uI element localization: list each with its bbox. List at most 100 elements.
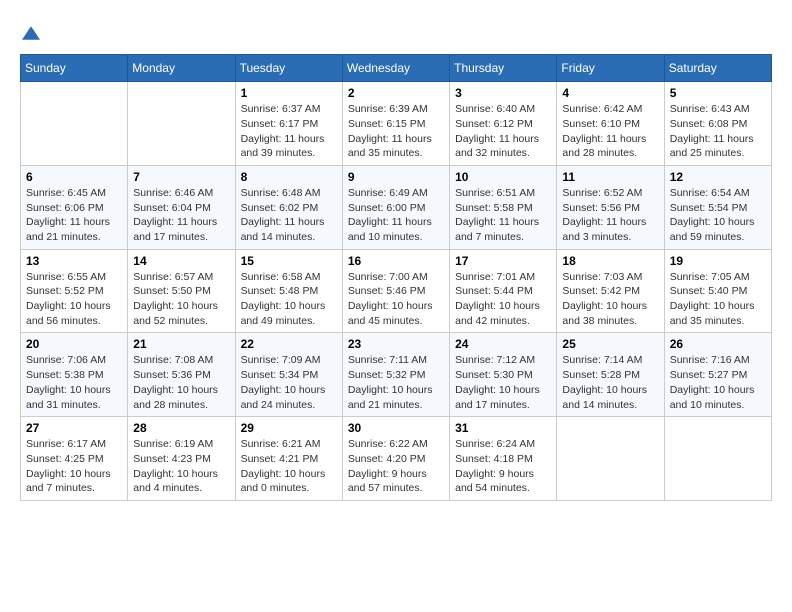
day-info: Sunrise: 7:06 AM Sunset: 5:38 PM Dayligh… xyxy=(26,353,122,412)
logo-icon xyxy=(22,26,40,40)
day-info: Sunrise: 6:52 AM Sunset: 5:56 PM Dayligh… xyxy=(562,186,658,245)
day-number: 21 xyxy=(133,337,229,351)
day-number: 20 xyxy=(26,337,122,351)
day-info: Sunrise: 6:42 AM Sunset: 6:10 PM Dayligh… xyxy=(562,102,658,161)
calendar-week-3: 13 Sunrise: 6:55 AM Sunset: 5:52 PM Dayli… xyxy=(21,249,772,333)
calendar-cell: 17Sunrise: 7:01 AM Sunset: 5:44 PM Dayli… xyxy=(450,249,557,333)
day-info: Sunrise: 6:43 AM Sunset: 6:08 PM Dayligh… xyxy=(670,102,766,161)
day-number: 24 xyxy=(455,337,551,351)
calendar-cell: 10 Sunrise: 6:51 AM Sunset: 5:58 PM Dayli… xyxy=(450,165,557,249)
calendar-week-2: 6Sunrise: 6:45 AM Sunset: 6:06 PM Daylig… xyxy=(21,165,772,249)
day-info: Sunrise: 7:12 AM Sunset: 5:30 PM Dayligh… xyxy=(455,353,551,412)
day-info: Sunrise: 6:19 AM Sunset: 4:23 PM Dayligh… xyxy=(133,437,229,496)
day-info: Sunrise: 6:24 AM Sunset: 4:18 PM Dayligh… xyxy=(455,437,551,496)
day-number: 28 xyxy=(133,421,229,435)
calendar-week-5: 27 Sunrise: 6:17 AM Sunset: 4:25 PM Dayli… xyxy=(21,417,772,501)
weekday-header-sunday: Sunday xyxy=(21,55,128,82)
day-number: 7 xyxy=(133,170,229,184)
day-number: 2 xyxy=(348,86,444,100)
calendar-cell: 20 Sunrise: 7:06 AM Sunset: 5:38 PM Dayli… xyxy=(21,333,128,417)
day-info: Sunrise: 7:03 AM Sunset: 5:42 PM Dayligh… xyxy=(562,270,658,329)
calendar-cell: 23 Sunrise: 7:11 AM Sunset: 5:32 PM Dayli… xyxy=(342,333,449,417)
calendar-cell: 2 Sunrise: 6:39 AM Sunset: 6:15 PM Daylig… xyxy=(342,82,449,166)
day-number: 22 xyxy=(241,337,337,351)
day-number: 1 xyxy=(241,86,337,100)
calendar-cell: 22 Sunrise: 7:09 AM Sunset: 5:34 PM Dayli… xyxy=(235,333,342,417)
calendar-cell: 19 Sunrise: 7:05 AM Sunset: 5:40 PM Dayli… xyxy=(664,249,771,333)
day-info: Sunrise: 6:46 AM Sunset: 6:04 PM Dayligh… xyxy=(133,186,229,245)
day-number: 4 xyxy=(562,86,658,100)
calendar-cell: 8 Sunrise: 6:48 AM Sunset: 6:02 PM Daylig… xyxy=(235,165,342,249)
calendar-cell: 11Sunrise: 6:52 AM Sunset: 5:56 PM Dayli… xyxy=(557,165,664,249)
calendar-cell xyxy=(21,82,128,166)
weekday-header-monday: Monday xyxy=(128,55,235,82)
weekday-header-tuesday: Tuesday xyxy=(235,55,342,82)
calendar-cell: 31 Sunrise: 6:24 AM Sunset: 4:18 PM Dayli… xyxy=(450,417,557,501)
day-info: Sunrise: 6:40 AM Sunset: 6:12 PM Dayligh… xyxy=(455,102,551,161)
day-info: Sunrise: 6:57 AM Sunset: 5:50 PM Dayligh… xyxy=(133,270,229,329)
calendar-cell: 6Sunrise: 6:45 AM Sunset: 6:06 PM Daylig… xyxy=(21,165,128,249)
calendar-cell: 9Sunrise: 6:49 AM Sunset: 6:00 PM Daylig… xyxy=(342,165,449,249)
day-number: 23 xyxy=(348,337,444,351)
calendar-cell: 18 Sunrise: 7:03 AM Sunset: 5:42 PM Dayli… xyxy=(557,249,664,333)
day-number: 15 xyxy=(241,254,337,268)
calendar-cell: 27 Sunrise: 6:17 AM Sunset: 4:25 PM Dayli… xyxy=(21,417,128,501)
day-number: 19 xyxy=(670,254,766,268)
page-header xyxy=(20,20,772,44)
calendar-cell: 3 Sunrise: 6:40 AM Sunset: 6:12 PM Daylig… xyxy=(450,82,557,166)
day-number: 31 xyxy=(455,421,551,435)
day-info: Sunrise: 6:37 AM Sunset: 6:17 PM Dayligh… xyxy=(241,102,337,161)
day-number: 8 xyxy=(241,170,337,184)
day-info: Sunrise: 7:05 AM Sunset: 5:40 PM Dayligh… xyxy=(670,270,766,329)
day-info: Sunrise: 7:00 AM Sunset: 5:46 PM Dayligh… xyxy=(348,270,444,329)
day-number: 30 xyxy=(348,421,444,435)
day-info: Sunrise: 6:45 AM Sunset: 6:06 PM Dayligh… xyxy=(26,186,122,245)
day-number: 26 xyxy=(670,337,766,351)
day-info: Sunrise: 7:16 AM Sunset: 5:27 PM Dayligh… xyxy=(670,353,766,412)
calendar-cell xyxy=(128,82,235,166)
day-info: Sunrise: 6:39 AM Sunset: 6:15 PM Dayligh… xyxy=(348,102,444,161)
day-number: 29 xyxy=(241,421,337,435)
day-number: 12 xyxy=(670,170,766,184)
day-info: Sunrise: 6:58 AM Sunset: 5:48 PM Dayligh… xyxy=(241,270,337,329)
day-info: Sunrise: 6:21 AM Sunset: 4:21 PM Dayligh… xyxy=(241,437,337,496)
day-info: Sunrise: 6:17 AM Sunset: 4:25 PM Dayligh… xyxy=(26,437,122,496)
day-number: 13 xyxy=(26,254,122,268)
calendar-cell: 7 Sunrise: 6:46 AM Sunset: 6:04 PM Daylig… xyxy=(128,165,235,249)
day-number: 10 xyxy=(455,170,551,184)
weekday-header-friday: Friday xyxy=(557,55,664,82)
calendar-week-1: 1 Sunrise: 6:37 AM Sunset: 6:17 PM Daylig… xyxy=(21,82,772,166)
day-info: Sunrise: 6:55 AM Sunset: 5:52 PM Dayligh… xyxy=(26,270,122,329)
day-info: Sunrise: 6:48 AM Sunset: 6:02 PM Dayligh… xyxy=(241,186,337,245)
day-number: 5 xyxy=(670,86,766,100)
day-info: Sunrise: 7:08 AM Sunset: 5:36 PM Dayligh… xyxy=(133,353,229,412)
calendar-cell: 29 Sunrise: 6:21 AM Sunset: 4:21 PM Dayli… xyxy=(235,417,342,501)
day-info: Sunrise: 7:09 AM Sunset: 5:34 PM Dayligh… xyxy=(241,353,337,412)
day-number: 16 xyxy=(348,254,444,268)
day-info: Sunrise: 6:51 AM Sunset: 5:58 PM Dayligh… xyxy=(455,186,551,245)
logo-text xyxy=(20,20,40,44)
day-number: 3 xyxy=(455,86,551,100)
day-number: 17 xyxy=(455,254,551,268)
day-info: Sunrise: 6:49 AM Sunset: 6:00 PM Dayligh… xyxy=(348,186,444,245)
day-info: Sunrise: 7:11 AM Sunset: 5:32 PM Dayligh… xyxy=(348,353,444,412)
calendar-cell: 24 Sunrise: 7:12 AM Sunset: 5:30 PM Dayli… xyxy=(450,333,557,417)
day-info: Sunrise: 6:22 AM Sunset: 4:20 PM Dayligh… xyxy=(348,437,444,496)
calendar-cell: 21 Sunrise: 7:08 AM Sunset: 5:36 PM Dayli… xyxy=(128,333,235,417)
calendar-cell: 1 Sunrise: 6:37 AM Sunset: 6:17 PM Daylig… xyxy=(235,82,342,166)
day-info: Sunrise: 7:14 AM Sunset: 5:28 PM Dayligh… xyxy=(562,353,658,412)
weekday-header-thursday: Thursday xyxy=(450,55,557,82)
day-number: 27 xyxy=(26,421,122,435)
day-number: 18 xyxy=(562,254,658,268)
calendar-week-4: 20 Sunrise: 7:06 AM Sunset: 5:38 PM Dayli… xyxy=(21,333,772,417)
calendar-cell: 28 Sunrise: 6:19 AM Sunset: 4:23 PM Dayli… xyxy=(128,417,235,501)
day-info: Sunrise: 6:54 AM Sunset: 5:54 PM Dayligh… xyxy=(670,186,766,245)
calendar-cell: 16 Sunrise: 7:00 AM Sunset: 5:46 PM Dayli… xyxy=(342,249,449,333)
calendar-cell: 4 Sunrise: 6:42 AM Sunset: 6:10 PM Daylig… xyxy=(557,82,664,166)
calendar-cell: 12 Sunrise: 6:54 AM Sunset: 5:54 PM Dayli… xyxy=(664,165,771,249)
calendar-cell xyxy=(664,417,771,501)
calendar-cell: 14 Sunrise: 6:57 AM Sunset: 5:50 PM Dayli… xyxy=(128,249,235,333)
logo-area xyxy=(20,20,40,44)
calendar-cell: 13 Sunrise: 6:55 AM Sunset: 5:52 PM Dayli… xyxy=(21,249,128,333)
day-number: 14 xyxy=(133,254,229,268)
